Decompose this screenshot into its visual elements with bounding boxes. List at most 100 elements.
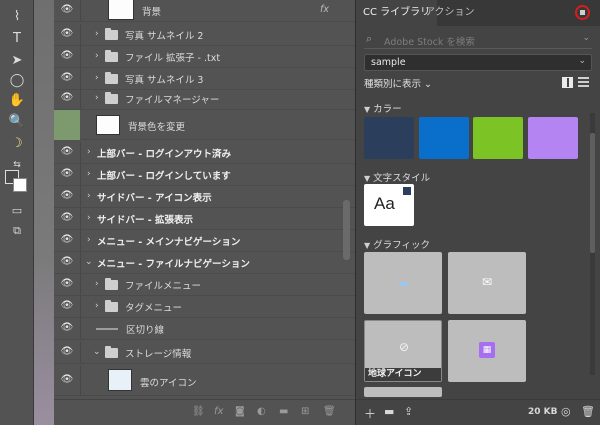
layer-group-row[interactable]: 👁 › サイドバー - アイコン表示 [54, 186, 355, 208]
eye-icon[interactable]: 👁 [59, 322, 75, 334]
character-style-item[interactable]: Aa [364, 184, 414, 226]
colors-section-header[interactable]: ▼ カラー [364, 101, 402, 115]
graphic-item[interactable]: ⊘ 地球アイコン [364, 320, 442, 382]
char-style-sample: Aa [374, 194, 395, 213]
layer-label: ファイル 拡張子 - .txt [125, 53, 221, 64]
eye-icon[interactable]: 👁 [59, 278, 75, 290]
adjustment-icon[interactable]: ◐ [257, 406, 266, 417]
layer-group-row[interactable]: 👁 › 上部バー - ログインアウト済み [54, 142, 355, 164]
tab-actions[interactable]: アクション [418, 0, 482, 26]
screen-mode-icon[interactable]: ⧉ [8, 222, 26, 240]
layer-group-row[interactable]: 👁 › メニュー - メインナビゲーション [54, 230, 355, 252]
trash-icon[interactable]: 🗑 [323, 406, 336, 417]
char-style-color-chip [403, 187, 411, 195]
graphic-item[interactable]: ☁ [364, 252, 442, 314]
banana-tool-icon[interactable]: ☽ [8, 135, 26, 153]
hand-tool-icon[interactable]: ✋ [8, 92, 26, 110]
stock-search-input[interactable]: ⌕ Adobe Stock を検索 ⌄ [364, 31, 592, 49]
layer-group-row[interactable]: 👁 › サイドバー - 拡張表示 [54, 208, 355, 230]
layer-group-row[interactable]: 👁 › 写真 サムネイル 2 [54, 24, 355, 46]
color-swatch[interactable] [528, 117, 578, 159]
grid-view-icon[interactable] [562, 77, 573, 88]
eye-icon[interactable]: 👁 [59, 256, 75, 268]
color-swatch[interactable] [364, 117, 414, 159]
chevron-right-icon[interactable]: › [95, 300, 105, 312]
layer-group-row[interactable]: 👁 › 写真 サムネイル 3 [54, 68, 355, 90]
mail-icon: ✉ [481, 275, 493, 289]
library-scrollbar[interactable] [590, 113, 595, 375]
layer-visibility-cell[interactable] [54, 110, 80, 140]
chevron-right-icon[interactable]: › [95, 28, 105, 40]
character-styles-section-header[interactable]: ▼ 文字スタイル [364, 170, 430, 184]
library-select[interactable]: sample ⌄ [364, 54, 592, 71]
chevron-right-icon[interactable]: › [87, 168, 97, 180]
upload-icon[interactable]: ⇪ [404, 405, 413, 418]
group-icon[interactable]: ▬ [279, 406, 288, 417]
quick-mask-icon[interactable]: ▭ [8, 202, 26, 220]
chevron-right-icon[interactable]: › [95, 72, 105, 84]
eye-icon[interactable]: 👁 [59, 4, 75, 16]
chevron-right-icon[interactable]: › [87, 146, 97, 158]
color-swatch[interactable] [419, 117, 469, 159]
graphics-section-header[interactable]: ▼ グラフィック [364, 237, 430, 251]
add-content-icon[interactable]: ＋ [364, 405, 376, 422]
eye-icon[interactable]: 👁 [59, 28, 75, 40]
eye-icon[interactable]: 👁 [59, 212, 75, 224]
chevron-right-icon[interactable]: › [87, 234, 97, 246]
layer-group-row[interactable]: 👁 › タグメニュー [54, 296, 355, 318]
eye-icon[interactable]: 👁 [59, 168, 75, 180]
section-title: カラー [373, 104, 402, 115]
eye-icon[interactable]: 👁 [59, 146, 75, 158]
direct-select-tool-icon[interactable]: ➤ [8, 52, 26, 70]
eye-icon[interactable]: 👁 [59, 72, 75, 84]
list-view-icon[interactable] [578, 77, 589, 88]
eye-icon[interactable]: 👁 [59, 92, 75, 104]
layer-group-row[interactable]: 👁 ⌄ メニュー - ファイルナビゲーション [54, 252, 355, 274]
chevron-right-icon[interactable]: › [95, 50, 105, 62]
graphic-item[interactable]: ▦ [448, 320, 526, 382]
type-tool-icon[interactable]: T [8, 30, 26, 48]
graphic-item[interactable] [364, 387, 442, 397]
layer-row[interactable]: 背景色を変更 [54, 110, 355, 140]
fx-icon[interactable]: fx [214, 406, 223, 417]
layer-group-row[interactable]: 👁 › ファイルマネージャー [54, 88, 355, 110]
eye-icon[interactable]: 👁 [59, 300, 75, 312]
eye-icon[interactable]: 👁 [59, 374, 75, 386]
layer-row[interactable]: 👁 雲のアイコン [54, 366, 355, 396]
layer-group-row[interactable]: 👁 ⌄ ストレージ情報 [54, 342, 355, 364]
new-layer-icon[interactable]: ⊞ [301, 406, 309, 417]
eye-icon[interactable]: 👁 [59, 234, 75, 246]
chevron-right-icon[interactable]: › [87, 212, 97, 224]
color-swatch[interactable] [473, 117, 523, 159]
chevron-right-icon[interactable]: › [95, 92, 105, 104]
mask-icon[interactable]: ◙ [235, 406, 245, 417]
layer-group-row[interactable]: 👁 › 上部バー - ログインしています [54, 164, 355, 186]
folder-icon[interactable]: ▬ [384, 405, 394, 418]
view-by-type-dropdown[interactable]: 種類別に表示 ⌄ [364, 76, 432, 90]
chevron-right-icon[interactable]: › [95, 278, 105, 290]
layer-group-row[interactable]: 👁 › ファイルメニュー [54, 274, 355, 296]
layer-row[interactable]: 👁 区切り線 [54, 318, 355, 340]
layer-row[interactable]: 👁 背景 fx [54, 0, 355, 22]
layers-panel: 👁 背景 fx 👁 › 写真 サムネイル 2 👁 › ファイル 拡張子 - .t… [54, 0, 355, 425]
background-color-swatch[interactable] [13, 178, 27, 192]
layers-scrollbar[interactable] [343, 200, 350, 260]
chevron-down-icon[interactable]: ⌄ [85, 256, 95, 268]
panel-menu-icon[interactable] [575, 5, 590, 20]
layer-group-row[interactable]: 👁 › ファイル 拡張子 - .txt [54, 46, 355, 68]
zoom-tool-icon[interactable]: 🔍 [8, 113, 26, 131]
lasso-tool-icon[interactable]: ⌇ [8, 8, 26, 26]
layer-label: メニュー - ファイルナビゲーション [97, 259, 250, 270]
chevron-down-icon[interactable]: ⌄ [582, 33, 590, 43]
eye-icon[interactable]: 👁 [59, 50, 75, 62]
chevron-down-icon[interactable]: ⌄ [93, 346, 103, 358]
link-layers-icon[interactable]: ⛓ [192, 406, 205, 417]
eye-icon[interactable]: 👁 [59, 190, 75, 202]
ellipse-tool-icon[interactable]: ◯ [8, 72, 26, 90]
fx-icon[interactable]: fx [320, 4, 329, 15]
graphic-item[interactable]: ✉ [448, 252, 526, 314]
chevron-right-icon[interactable]: › [87, 190, 97, 202]
sync-status-icon[interactable]: ◎ [561, 405, 571, 418]
trash-icon[interactable]: 🗑 [581, 405, 595, 418]
eye-icon[interactable]: 👁 [59, 346, 75, 358]
